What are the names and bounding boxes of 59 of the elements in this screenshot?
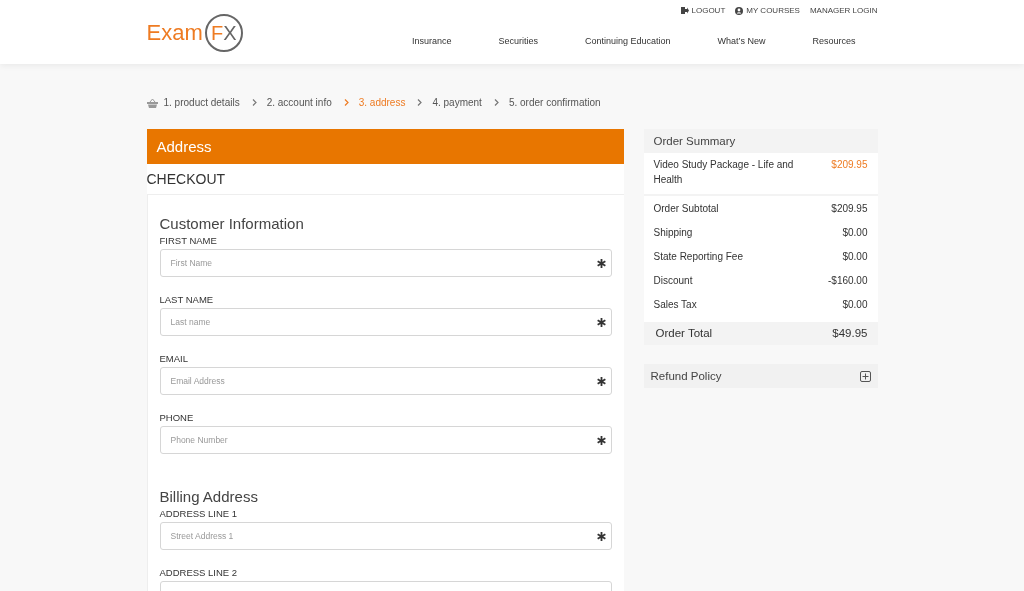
item-name: Video Study Package - Life and Health [653,158,795,187]
nav-link[interactable]: Continuing Education [585,36,671,46]
logout-icon [680,7,689,14]
summary-label: Sales Tax [653,298,697,312]
summary-value: -$160.00 [828,274,868,288]
summary-label: Discount [653,274,693,288]
item-price: $209.95 [831,158,868,172]
asterisk-icon [596,258,606,268]
summary-label: Shipping [653,226,693,240]
nav-link[interactable]: Resources [812,36,856,46]
summary-value: $0.00 [842,226,868,240]
field-label: EMAIL [159,353,189,364]
chevron-icon [417,99,423,106]
input-field[interactable]: Phone Number [159,426,612,454]
checkout-step[interactable]: 1. product details [163,97,240,108]
user-icon [735,6,744,15]
total-value: $49.95 [832,327,868,339]
checkout-step[interactable]: 2. account info [266,97,332,108]
field-label: LAST NAME [159,294,215,305]
chevron-icon [493,99,499,106]
total-label: Order Total [655,327,713,339]
summary-value: $0.00 [842,298,868,312]
checkout-step[interactable]: 4. payment [432,97,482,108]
asterisk-icon [596,435,606,445]
summary-title: Order Summary [652,134,737,149]
section-title: Customer Information [159,215,305,232]
panel-title: Address [156,138,212,155]
chevron-icon [251,99,257,106]
checkout-title: CHECKOUT [146,164,624,195]
summary-label: Order Subtotal [653,202,719,216]
field-label: ADDRESS LINE 2 [159,567,239,578]
input-field[interactable]: Email Address [159,367,612,395]
refund-policy-title: Refund Policy [650,370,722,382]
input-field[interactable]: Street Address 1 [159,522,612,550]
top-link[interactable]: MY COURSES [735,6,800,15]
checkout-step[interactable]: 5. order confirmation [508,97,601,108]
asterisk-icon [596,317,606,327]
input-field[interactable]: Last name [159,308,612,336]
asterisk-icon [596,376,606,386]
top-link[interactable]: MANAGER LOGIN [809,6,878,15]
logo-circle: FX [204,14,243,52]
summary-value: $0.00 [842,250,868,264]
field-label: FIRST NAME [159,235,218,246]
nav-link[interactable]: What’s New [717,36,766,46]
refund-policy-toggle[interactable]: Refund Policy [643,364,878,388]
basket-icon [146,97,158,108]
logo[interactable]: Exam FX [146,2,243,64]
section-title: Billing Address [159,488,259,505]
nav-link[interactable]: Securities [498,36,539,46]
field-label: PHONE [159,412,195,423]
chevron-icon [343,99,349,106]
asterisk-icon [596,531,606,541]
summary-label: State Reporting Fee [653,250,743,264]
input-field[interactable]: First Name [159,249,612,277]
top-link[interactable]: LOGOUT [680,6,726,15]
summary-value: $209.95 [831,202,868,216]
nav-link[interactable]: Insurance [412,36,452,46]
field-label: ADDRESS LINE 1 [159,508,239,519]
logo-word: Exam [146,20,203,46]
